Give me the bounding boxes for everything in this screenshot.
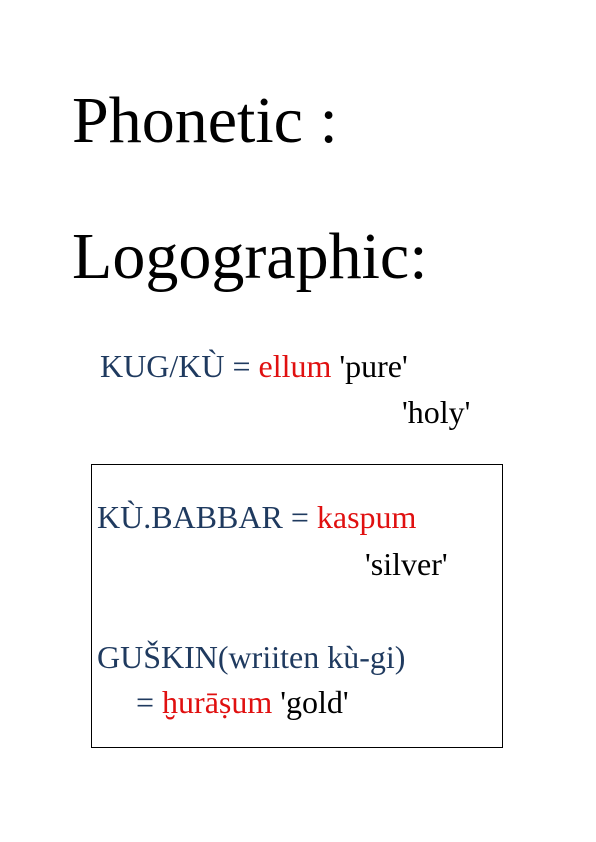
babbar-logogram: KÙ.BABBAR — [97, 499, 283, 535]
guskin-gloss-gold: 'gold' — [272, 684, 349, 720]
babbar-entry: KÙ.BABBAR = kaspum — [97, 501, 416, 533]
kug-gloss-holy: 'holy' — [402, 394, 471, 430]
guskin-akkadian: ḫurāṣum — [162, 684, 273, 720]
kug-akkadian: ellum — [258, 348, 332, 384]
guskin-equals: = — [136, 684, 163, 720]
babbar-equals: = — [282, 499, 317, 535]
babbar-gloss-silver: 'silver' — [365, 546, 448, 582]
kug-logogram: KUG/KÙ — [100, 348, 225, 384]
kug-gloss-pure: 'pure' — [331, 348, 408, 384]
guskin-logogram: GUŠKIN(wriiten kù-gi) — [97, 639, 406, 675]
kug-equals: = — [224, 348, 259, 384]
heading-logographic: Logographic: — [72, 220, 428, 293]
heading-phonetic: Phonetic : — [72, 84, 338, 157]
babbar-akkadian: kaspum — [316, 499, 417, 535]
kug-entry: KUG/KÙ = ellum 'pure' — [100, 350, 408, 382]
guskin-entry: = ḫurāṣum 'gold' — [136, 686, 349, 718]
